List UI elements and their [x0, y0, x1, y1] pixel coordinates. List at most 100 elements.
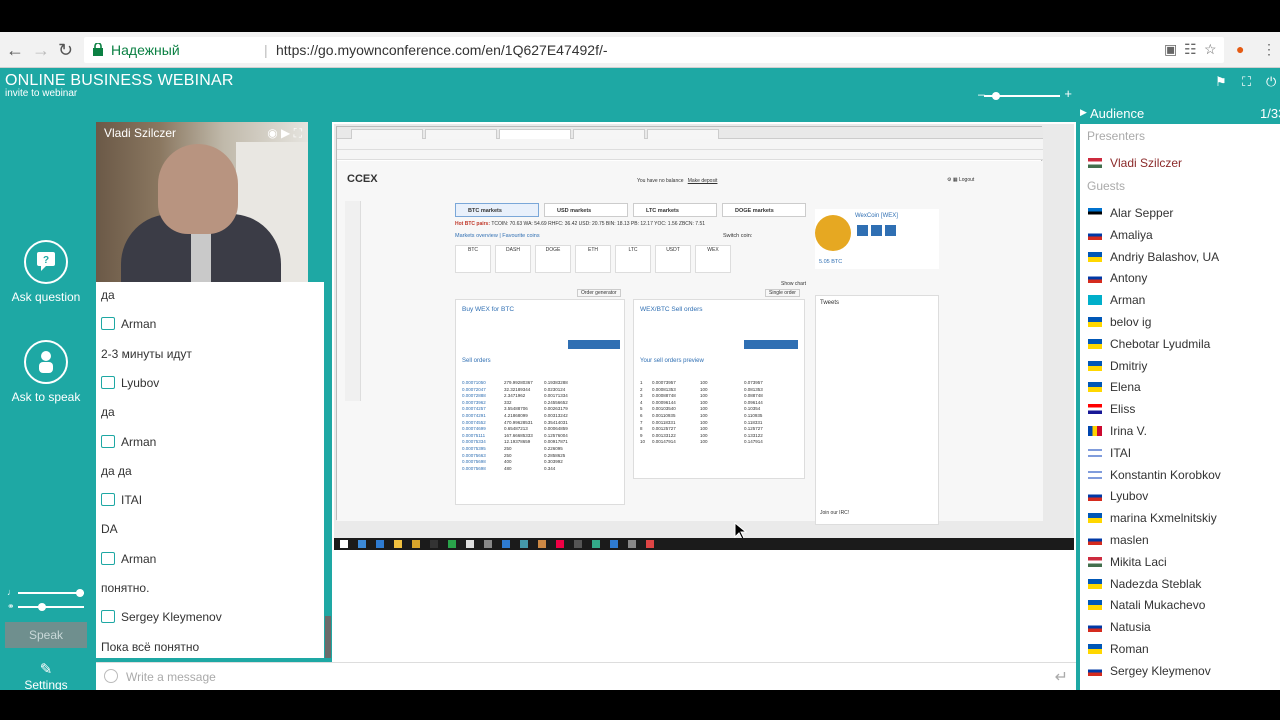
- guest-item[interactable]: Amaliya: [1088, 228, 1153, 246]
- guest-item[interactable]: Antony: [1088, 271, 1147, 289]
- taskbar-app-icon: [358, 540, 366, 548]
- guest-item[interactable]: Konstantin Korobkov: [1088, 468, 1221, 486]
- guest-item[interactable]: Sergey Kleymenov: [1088, 664, 1211, 682]
- power-icon[interactable]: ⏻: [1266, 74, 1276, 90]
- menu-icon[interactable]: ⋮: [1262, 41, 1276, 58]
- star-icon[interactable]: ☆: [1204, 41, 1217, 58]
- guest-item[interactable]: Roman: [1088, 642, 1149, 660]
- guest-item[interactable]: Arman: [1088, 293, 1145, 311]
- guest-item[interactable]: Irina V.: [1088, 424, 1147, 442]
- ask-question-button[interactable]: ? Ask question: [10, 240, 82, 304]
- wexcoin-name: WexCoin [WEX]: [855, 213, 898, 219]
- settings-button[interactable]: ✎ Settings: [10, 662, 82, 693]
- guest-item[interactable]: Nadezda Steblak: [1088, 577, 1201, 595]
- guest-item[interactable]: belov ig: [1088, 315, 1151, 333]
- message-input[interactable]: Write a message: [126, 670, 216, 684]
- guest-item[interactable]: Dmitriy: [1088, 359, 1147, 377]
- chat-panel[interactable]: да Arman 2-3 минуты идут Lyubov да Arman да да…: [96, 282, 324, 658]
- zoom-out-icon[interactable]: –: [978, 87, 985, 101]
- zoom-slider-knob[interactable]: [992, 92, 1000, 100]
- flag-icon: [1088, 404, 1102, 415]
- volume-knob[interactable]: [76, 589, 84, 597]
- guest-item[interactable]: Lyubov: [1088, 489, 1148, 507]
- tweets-title: Tweets: [820, 300, 840, 306]
- forward-arrow-icon[interactable]: →: [32, 40, 50, 61]
- invite-link[interactable]: invite to webinar: [5, 88, 77, 99]
- guest-item[interactable]: marina Kxmelnitskiy: [1088, 511, 1217, 529]
- flag-icon: [1088, 644, 1102, 654]
- participant-name: belov ig: [1110, 315, 1152, 329]
- participant-name: Natali Mukachevo: [1110, 598, 1206, 613]
- fullscreen-icon[interactable]: ⛶: [1242, 74, 1251, 90]
- guest-item[interactable]: Elena: [1088, 380, 1141, 398]
- speak-button[interactable]: Speak: [5, 622, 87, 648]
- coin-tab: USDT: [655, 245, 691, 273]
- guest-item[interactable]: Andriy Balashov, UA: [1088, 250, 1219, 268]
- participant-name: maslen: [1110, 533, 1149, 547]
- ask-to-speak-button[interactable]: Ask to speak: [10, 340, 82, 404]
- guest-item[interactable]: Natali Mukachevo: [1088, 598, 1205, 616]
- participant-name: Eliss: [1110, 402, 1136, 417]
- coin-tab: DASH: [495, 245, 531, 273]
- user-icon: [101, 493, 115, 507]
- mic-slider[interactable]: [18, 603, 84, 611]
- sell-orders-label: Sell orders: [462, 358, 491, 364]
- enter-icon[interactable]: ↵: [1055, 667, 1068, 687]
- shared-desktop: CCEX You have no balance Make deposit ⚙ …: [334, 124, 1074, 538]
- shared-tab: [573, 129, 645, 139]
- guest-item[interactable]: maslen: [1088, 533, 1149, 551]
- guest-item[interactable]: ITAI: [1088, 446, 1131, 464]
- chat-scrollbar-thumb[interactable]: [325, 616, 331, 658]
- address-bar[interactable]: Надежный | https://go.myownconference.co…: [84, 37, 1224, 63]
- hot-pairs-values: TCOIN: 70.63 WA: 54.69 RHFC: 36.42 USD: …: [491, 221, 706, 227]
- video-controls-icon[interactable]: ◉ ▶ ⛶: [267, 126, 302, 141]
- guest-item[interactable]: Chebotar Lyudmila: [1088, 337, 1210, 355]
- blocked-popup-icon[interactable]: ▣: [1164, 41, 1177, 58]
- shared-taskbar: [334, 538, 1074, 550]
- user-icon: [101, 317, 115, 331]
- participant-name: Konstantin Korobkov: [1110, 467, 1221, 482]
- guest-item[interactable]: Alar Sepper: [1088, 206, 1173, 224]
- shared-url-row: [337, 139, 1043, 150]
- taskbar-app-icon: [448, 540, 456, 548]
- message-input-bar[interactable]: Write a message ↵: [96, 662, 1076, 690]
- guest-item[interactable]: Natusia: [1088, 620, 1151, 638]
- guest-item[interactable]: Eliss: [1088, 402, 1135, 420]
- presenter-video[interactable]: Vladi Szilczer ◉ ▶ ⛶: [96, 122, 308, 282]
- participant-name: Vladi Szilczer: [1110, 156, 1183, 170]
- participant-name: Mikita Laci: [1110, 554, 1167, 569]
- chat-author: Arman: [101, 434, 156, 449]
- extension-icon[interactable]: ●: [1236, 41, 1244, 57]
- chat-message-text: DA: [101, 522, 118, 537]
- translate-icon[interactable]: ☷: [1184, 41, 1197, 58]
- shared-exchange-site: CCEX You have no balance Make deposit ⚙ …: [337, 161, 1043, 525]
- chat-author-name: Sergey Kleymenov: [121, 610, 222, 625]
- presenters-label: Presenters: [1087, 129, 1146, 143]
- buy-panel: Buy WEX for BTC Sell orders 0.00071050 0.…: [455, 299, 625, 505]
- presenter-item[interactable]: Vladi Szilczer: [1088, 156, 1182, 174]
- tweets-panel: Tweets Join our IRC!: [815, 295, 939, 525]
- back-arrow-icon[interactable]: ←: [6, 40, 24, 61]
- collapse-triangle-icon[interactable]: ▶: [1080, 107, 1087, 118]
- flag-icon: [1088, 447, 1102, 458]
- user-icon: [101, 434, 115, 448]
- url-text[interactable]: https://go.myownconference.com/en/1Q627E…: [276, 37, 608, 63]
- deposit-link: Make deposit: [687, 178, 718, 184]
- chat-scrollbar[interactable]: [324, 282, 332, 658]
- volume-slider[interactable]: [18, 589, 84, 597]
- audience-header: ▶ Audience 1/33: [1080, 106, 1280, 124]
- zoom-slider[interactable]: – +: [978, 86, 1072, 101]
- hot-pairs-label: Hot BTC pairs:: [455, 221, 490, 227]
- secure-label: Надежный: [111, 42, 180, 58]
- chat-author: ITAI: [101, 493, 142, 507]
- mic-knob[interactable]: [38, 603, 46, 611]
- zoom-in-icon[interactable]: +: [1064, 86, 1072, 101]
- language-flag-icon[interactable]: ⚑: [1215, 74, 1227, 90]
- flag-icon: [1088, 578, 1102, 589]
- reload-icon[interactable]: ↻: [58, 40, 73, 61]
- presenter-head: [158, 144, 238, 234]
- chat-message-text: да: [101, 405, 115, 420]
- guest-item[interactable]: Mikita Laci: [1088, 555, 1167, 573]
- coin-info: WexCoin [WEX] 5.05 BTC: [815, 209, 939, 269]
- smile-icon[interactable]: [104, 669, 118, 683]
